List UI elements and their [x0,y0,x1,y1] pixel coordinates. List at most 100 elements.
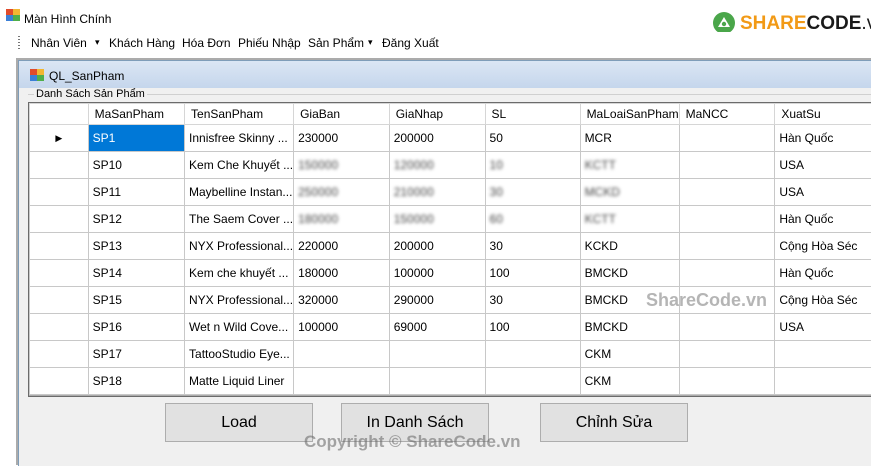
column-header-maloaisanpham[interactable]: MaLoaiSanPham [580,104,679,125]
grid-cell-xuatsu[interactable] [775,368,871,395]
grid-cell-gianhap[interactable] [389,368,485,395]
row-header[interactable] [30,314,89,341]
row-header[interactable] [30,152,89,179]
menu-san-pham[interactable]: Sản Phẩm [308,36,364,50]
grid-cell-gianhap[interactable]: 100000 [389,260,485,287]
column-header-gianhap[interactable]: GiaNhap [389,104,485,125]
column-header-tensanpham[interactable]: TenSanPham [185,104,294,125]
menu-phieu-nhap[interactable]: Phiếu Nhập [238,36,301,50]
grid-cell-masanpham[interactable]: SP1 [88,125,184,152]
grid-cell-masanpham[interactable]: SP18 [88,368,184,395]
grid-cell-sl[interactable]: 100 [485,314,580,341]
grid-cell-masanpham[interactable]: SP11 [88,179,184,206]
grid-cell-masanpham[interactable]: SP17 [88,341,184,368]
grid-cell-xuatsu[interactable]: Hàn Quốc [775,125,871,152]
grid-cell-xuatsu[interactable]: USA [775,179,871,206]
grid-cell-masanpham[interactable]: SP12 [88,206,184,233]
grid-cell-sl[interactable]: 30 [485,287,580,314]
grid-cell-masanpham[interactable]: SP16 [88,314,184,341]
grid-cell-maloaisanpham[interactable]: CKM [580,341,679,368]
column-header-mancc[interactable]: MaNCC [679,104,775,125]
grid-cell-gianhap[interactable]: 200000 [389,233,485,260]
menu-dang-xuat[interactable]: Đăng Xuất [382,36,439,50]
row-header[interactable] [30,206,89,233]
grid-cell-sl[interactable]: 30 [485,179,580,206]
column-header-masanpham[interactable]: MaSanPham [88,104,184,125]
grid-cell-tensanpham[interactable]: NYX Professional... [185,287,294,314]
grid-cell-giaban[interactable] [294,368,390,395]
grid-cell-maloaisanpham[interactable]: CKM [580,368,679,395]
grid-cell-xuatsu[interactable] [775,341,871,368]
grid-cell-sl[interactable]: 100 [485,260,580,287]
grid-cell-mancc[interactable] [679,314,775,341]
grid-cell-gianhap[interactable]: 210000 [389,179,485,206]
row-header[interactable] [30,341,89,368]
menu-nhan-vien[interactable]: Nhân Viên [31,36,87,50]
table-row[interactable]: SP14Kem che khuyết ...180000100000100BMC… [30,260,871,287]
table-row[interactable]: SP12The Saem Cover ...18000015000060KCTT… [30,206,871,233]
grid-cell-tensanpham[interactable]: NYX Professional... [185,233,294,260]
column-header-xuatsu[interactable]: XuatSu [775,104,871,125]
grid-cell-tensanpham[interactable]: Kem che khuyết ... [185,260,294,287]
table-row[interactable]: SP11Maybelline Instan...25000021000030MC… [30,179,871,206]
grid-cell-giaban[interactable]: 320000 [294,287,390,314]
grid-cell-masanpham[interactable]: SP13 [88,233,184,260]
grid-cell-gianhap[interactable]: 69000 [389,314,485,341]
grid-cell-maloaisanpham[interactable]: MCKD [580,179,679,206]
grid-cell-tensanpham[interactable]: Matte Liquid Liner [185,368,294,395]
grid-cell-giaban[interactable]: 150000 [294,152,390,179]
menu-khach-hang[interactable]: Khách Hàng [109,36,175,50]
product-grid[interactable]: MaSanPhamTenSanPhamGiaBanGiaNhapSLMaLoai… [28,102,871,397]
grid-cell-giaban[interactable]: 180000 [294,206,390,233]
grid-cell-tensanpham[interactable]: Innisfree Skinny ... [185,125,294,152]
grid-cell-xuatsu[interactable]: USA [775,152,871,179]
grid-cell-sl[interactable]: 10 [485,152,580,179]
grid-cell-maloaisanpham[interactable]: MCR [580,125,679,152]
row-header[interactable] [30,233,89,260]
row-header[interactable]: ▶ [30,125,89,152]
grid-cell-maloaisanpham[interactable]: KCTT [580,206,679,233]
grid-cell-tensanpham[interactable]: TattooStudio Eye... [185,341,294,368]
table-row[interactable]: SP18Matte Liquid Liner CKM [30,368,871,395]
table-row[interactable]: SP13NYX Professional...22000020000030KCK… [30,233,871,260]
load-button[interactable]: Load [165,403,313,442]
grid-cell-tensanpham[interactable]: The Saem Cover ... [185,206,294,233]
grid-cell-gianhap[interactable] [389,341,485,368]
grid-cell-xuatsu[interactable]: Cộng Hòa Séc [775,233,871,260]
table-row[interactable]: ▶SP1Innisfree Skinny ...23000020000050MC… [30,125,871,152]
edit-button[interactable]: Chỉnh Sửa [540,403,688,442]
grid-cell-mancc[interactable] [679,206,775,233]
grid-cell-xuatsu[interactable]: Hàn Quốc [775,260,871,287]
grid-cell-maloaisanpham[interactable]: KCTT [580,152,679,179]
grid-cell-masanpham[interactable]: SP10 [88,152,184,179]
grid-cell-sl[interactable]: 50 [485,125,580,152]
grid-cell-giaban[interactable]: 100000 [294,314,390,341]
grid-cell-mancc[interactable] [679,152,775,179]
grid-cell-masanpham[interactable]: SP14 [88,260,184,287]
grid-cell-mancc[interactable] [679,233,775,260]
grid-cell-giaban[interactable]: 250000 [294,179,390,206]
grid-cell-mancc[interactable] [679,341,775,368]
column-header-giaban[interactable]: GiaBan [294,104,390,125]
menu-hoa-don[interactable]: Hóa Đơn [182,36,231,50]
grid-cell-giaban[interactable]: 230000 [294,125,390,152]
row-header[interactable] [30,368,89,395]
grid-cell-mancc[interactable] [679,260,775,287]
grid-cell-giaban[interactable]: 180000 [294,260,390,287]
grid-cell-gianhap[interactable]: 150000 [389,206,485,233]
grid-cell-xuatsu[interactable]: Cộng Hòa Séc [775,287,871,314]
column-header-sl[interactable]: SL [485,104,580,125]
grid-cell-xuatsu[interactable]: USA [775,314,871,341]
grid-cell-xuatsu[interactable]: Hàn Quốc [775,206,871,233]
grid-cell-gianhap[interactable]: 120000 [389,152,485,179]
row-header[interactable] [30,179,89,206]
grid-cell-maloaisanpham[interactable]: BMCKD [580,260,679,287]
table-row[interactable]: SP17TattooStudio Eye... CKM [30,341,871,368]
grid-cell-sl[interactable] [485,368,580,395]
grid-cell-sl[interactable]: 60 [485,206,580,233]
grid-cell-mancc[interactable] [679,179,775,206]
grid-cell-masanpham[interactable]: SP15 [88,287,184,314]
grid-cell-giaban[interactable] [294,341,390,368]
grid-cell-tensanpham[interactable]: Maybelline Instan... [185,179,294,206]
grid-cell-tensanpham[interactable]: Kem Che Khuyết ... [185,152,294,179]
